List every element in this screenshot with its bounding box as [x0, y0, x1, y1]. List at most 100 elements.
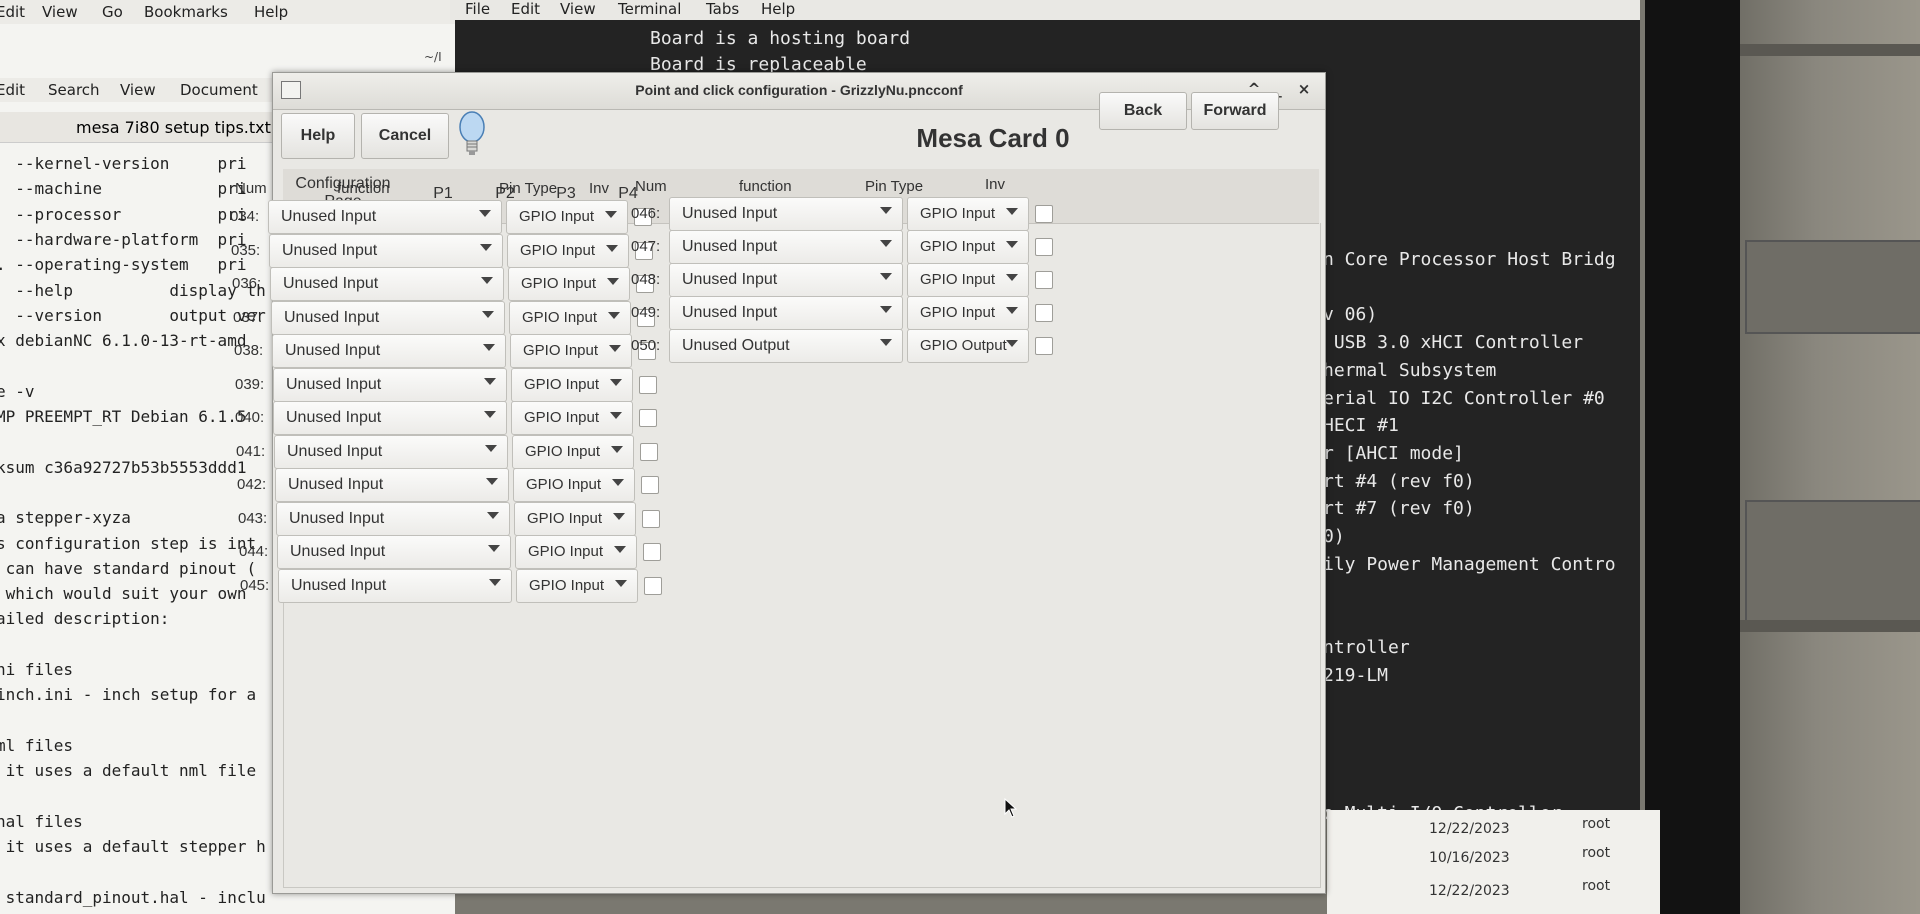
invert-checkbox[interactable] — [1035, 337, 1053, 355]
pin-type-dropdown[interactable]: GPIO Input — [511, 367, 633, 402]
invert-checkbox[interactable] — [644, 576, 662, 595]
close-button[interactable]: × — [1293, 78, 1315, 100]
pin-number: 047: — [631, 238, 661, 255]
menu-edit[interactable]: Edit — [511, 0, 540, 18]
file-manager-menubar: Edit View Go Bookmarks Help — [0, 0, 455, 24]
pin-type-dropdown[interactable]: GPIO Input — [513, 468, 635, 502]
invert-checkbox[interactable] — [1035, 205, 1053, 223]
invert-checkbox[interactable] — [642, 509, 660, 528]
function-dropdown[interactable]: Unused Input — [272, 334, 506, 368]
back-button[interactable]: Back — [1099, 92, 1187, 130]
pin-type-dropdown[interactable]: GPIO Input — [506, 200, 628, 234]
pin-type-dropdown[interactable]: GPIO Input — [511, 401, 633, 435]
editor-line: --help display th — [0, 280, 266, 300]
function-dropdown[interactable]: Unused Input — [270, 267, 504, 301]
pin-type-dropdown[interactable]: GPIO Input — [512, 434, 634, 469]
shelf — [1735, 44, 1920, 56]
dropdown-arrow-icon — [610, 378, 622, 386]
function-dropdown[interactable]: Unused Input — [669, 197, 903, 231]
forward-button[interactable]: Forward — [1191, 92, 1279, 130]
function-dropdown[interactable]: Unused Input — [275, 468, 509, 502]
pin-type-value: GPIO Input — [920, 304, 996, 321]
editor-line: s configuration step is int — [0, 533, 257, 553]
editor-line: it uses a default nml file — [0, 761, 257, 781]
invert-checkbox[interactable] — [1035, 304, 1053, 322]
pin-type-value: GPIO Input — [920, 205, 996, 222]
terminal-line: rt #4 (rev f0) — [1323, 470, 1475, 492]
function-value: Unused Output — [682, 337, 790, 354]
dropdown-arrow-icon — [482, 310, 494, 318]
menu-terminal[interactable]: Terminal — [618, 0, 681, 18]
function-dropdown[interactable]: Unused Input — [669, 296, 903, 330]
pin-type-value: GPIO Input — [920, 238, 996, 255]
pin-type-dropdown[interactable]: GPIO Input — [907, 197, 1029, 231]
pin-type-dropdown[interactable]: GPIO Input — [507, 233, 629, 268]
function-dropdown[interactable]: Unused Output — [669, 329, 903, 363]
menu-view[interactable]: View — [120, 81, 156, 99]
function-dropdown[interactable]: Unused Input — [269, 233, 503, 268]
menu-edit[interactable]: Edit — [0, 81, 25, 99]
function-dropdown[interactable]: Unused Input — [278, 568, 512, 603]
pin-type-dropdown[interactable]: GPIO Input — [907, 230, 1029, 264]
invert-checkbox[interactable] — [643, 543, 661, 561]
menu-tabs[interactable]: Tabs — [706, 0, 739, 18]
function-dropdown[interactable]: Unused Input — [273, 401, 507, 435]
menu-help[interactable]: Help — [254, 3, 288, 21]
invert-checkbox[interactable] — [639, 375, 657, 394]
terminal-line: ily Power Management Contro — [1323, 553, 1616, 575]
pin-type-dropdown[interactable]: GPIO Input — [515, 535, 637, 569]
function-dropdown[interactable]: Unused Input — [277, 535, 511, 569]
menu-search[interactable]: Search — [48, 81, 100, 99]
menu-help[interactable]: Help — [761, 0, 795, 18]
menu-view[interactable]: View — [42, 3, 78, 21]
dropdown-arrow-icon — [484, 411, 496, 418]
pin-type-dropdown[interactable]: GPIO Input — [907, 296, 1029, 330]
menu-edit[interactable]: Edit — [0, 3, 25, 21]
pin-type-dropdown[interactable]: GPIO Input — [508, 267, 630, 301]
file-date: 12/22/2023 — [1429, 883, 1510, 899]
terminal-line: Board is a hosting board — [650, 28, 911, 49]
invert-checkbox[interactable] — [1035, 271, 1053, 289]
function-dropdown[interactable]: Unused Input — [271, 300, 505, 335]
pin-number: 049: — [631, 304, 661, 321]
function-value: Unused Input — [287, 442, 383, 460]
invert-checkbox[interactable] — [1035, 238, 1053, 256]
function-dropdown[interactable]: Unused Input — [669, 230, 903, 264]
header-pin-type: Pin Type — [865, 178, 924, 195]
pin-type-dropdown[interactable]: GPIO Input — [514, 501, 636, 536]
invert-checkbox[interactable] — [640, 442, 658, 461]
pin-type-dropdown[interactable]: GPIO Input — [516, 568, 638, 603]
function-value: Unused Input — [286, 409, 382, 426]
cancel-button[interactable]: Cancel — [361, 113, 449, 159]
pin-type-dropdown[interactable]: GPIO Input — [509, 300, 631, 335]
dropdown-arrow-icon — [488, 545, 500, 552]
function-dropdown[interactable]: Unused Input — [268, 200, 502, 234]
editor-line: standard_pinout.hal - inclu — [0, 887, 266, 907]
pin-type-value: GPIO Input — [526, 476, 602, 493]
pin-number: 040: — [235, 409, 265, 426]
invert-checkbox[interactable] — [641, 476, 659, 494]
pin-type-dropdown[interactable]: GPIO Input — [510, 334, 632, 368]
menu-go[interactable]: Go — [102, 3, 123, 21]
menu-view[interactable]: View — [560, 0, 596, 18]
menu-file[interactable]: File — [465, 0, 490, 18]
function-dropdown[interactable]: Unused Input — [669, 263, 903, 297]
header-num: Num — [635, 178, 667, 195]
pncconf-dialog: Point and click configuration - GrizzlyN… — [230, 72, 1326, 894]
pin-type-dropdown[interactable]: GPIO Input — [907, 263, 1029, 297]
function-dropdown[interactable]: Unused Input — [276, 501, 510, 536]
help-button[interactable]: Help — [281, 113, 355, 159]
pin-number: 043: — [238, 509, 268, 527]
editor-line: --version output ver — [0, 305, 266, 325]
pin-type-dropdown[interactable]: GPIO Output — [907, 329, 1029, 363]
menu-document[interactable]: Document — [180, 81, 258, 99]
monitor-bezel — [1645, 0, 1740, 914]
pin-type-value: GPIO Input — [523, 342, 599, 359]
invert-checkbox[interactable] — [639, 409, 657, 427]
dropdown-arrow-icon — [614, 546, 626, 553]
location-bar[interactable]: ~/I — [0, 44, 455, 68]
terminal-line: rt #7 (rev f0) — [1323, 498, 1475, 520]
function-dropdown[interactable]: Unused Input — [273, 367, 507, 402]
menu-bookmarks[interactable]: Bookmarks — [144, 3, 228, 21]
function-dropdown[interactable]: Unused Input — [274, 434, 508, 469]
